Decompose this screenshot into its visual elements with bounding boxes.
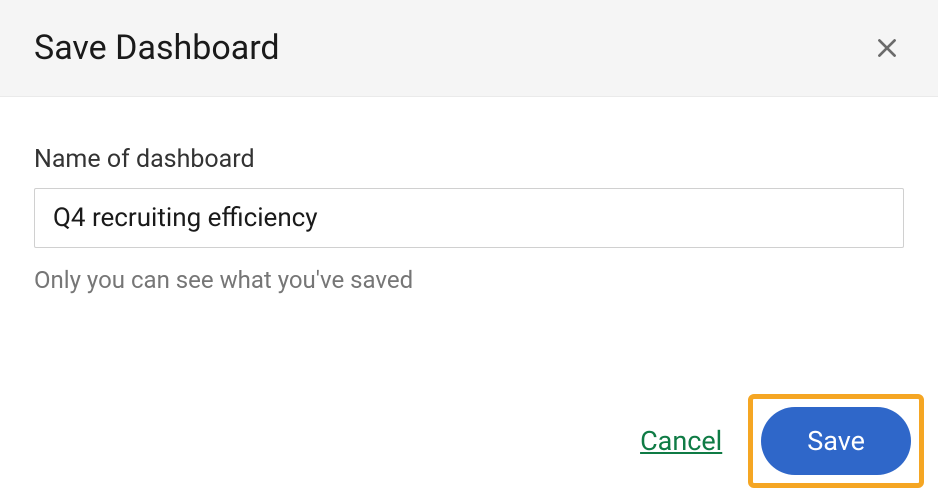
helper-text: Only you can see what you've saved (34, 266, 904, 294)
modal-footer: Cancel Save (632, 394, 924, 488)
modal-header: Save Dashboard (0, 0, 938, 97)
close-icon (874, 35, 900, 61)
modal-body: Name of dashboard Only you can see what … (0, 97, 938, 314)
save-button-highlight: Save (748, 394, 924, 488)
save-button[interactable]: Save (761, 407, 911, 475)
dashboard-name-label: Name of dashboard (34, 145, 904, 174)
cancel-button[interactable]: Cancel (632, 419, 730, 463)
modal-title: Save Dashboard (34, 28, 280, 68)
dashboard-name-input[interactable] (34, 188, 904, 248)
close-button[interactable] (870, 31, 904, 65)
